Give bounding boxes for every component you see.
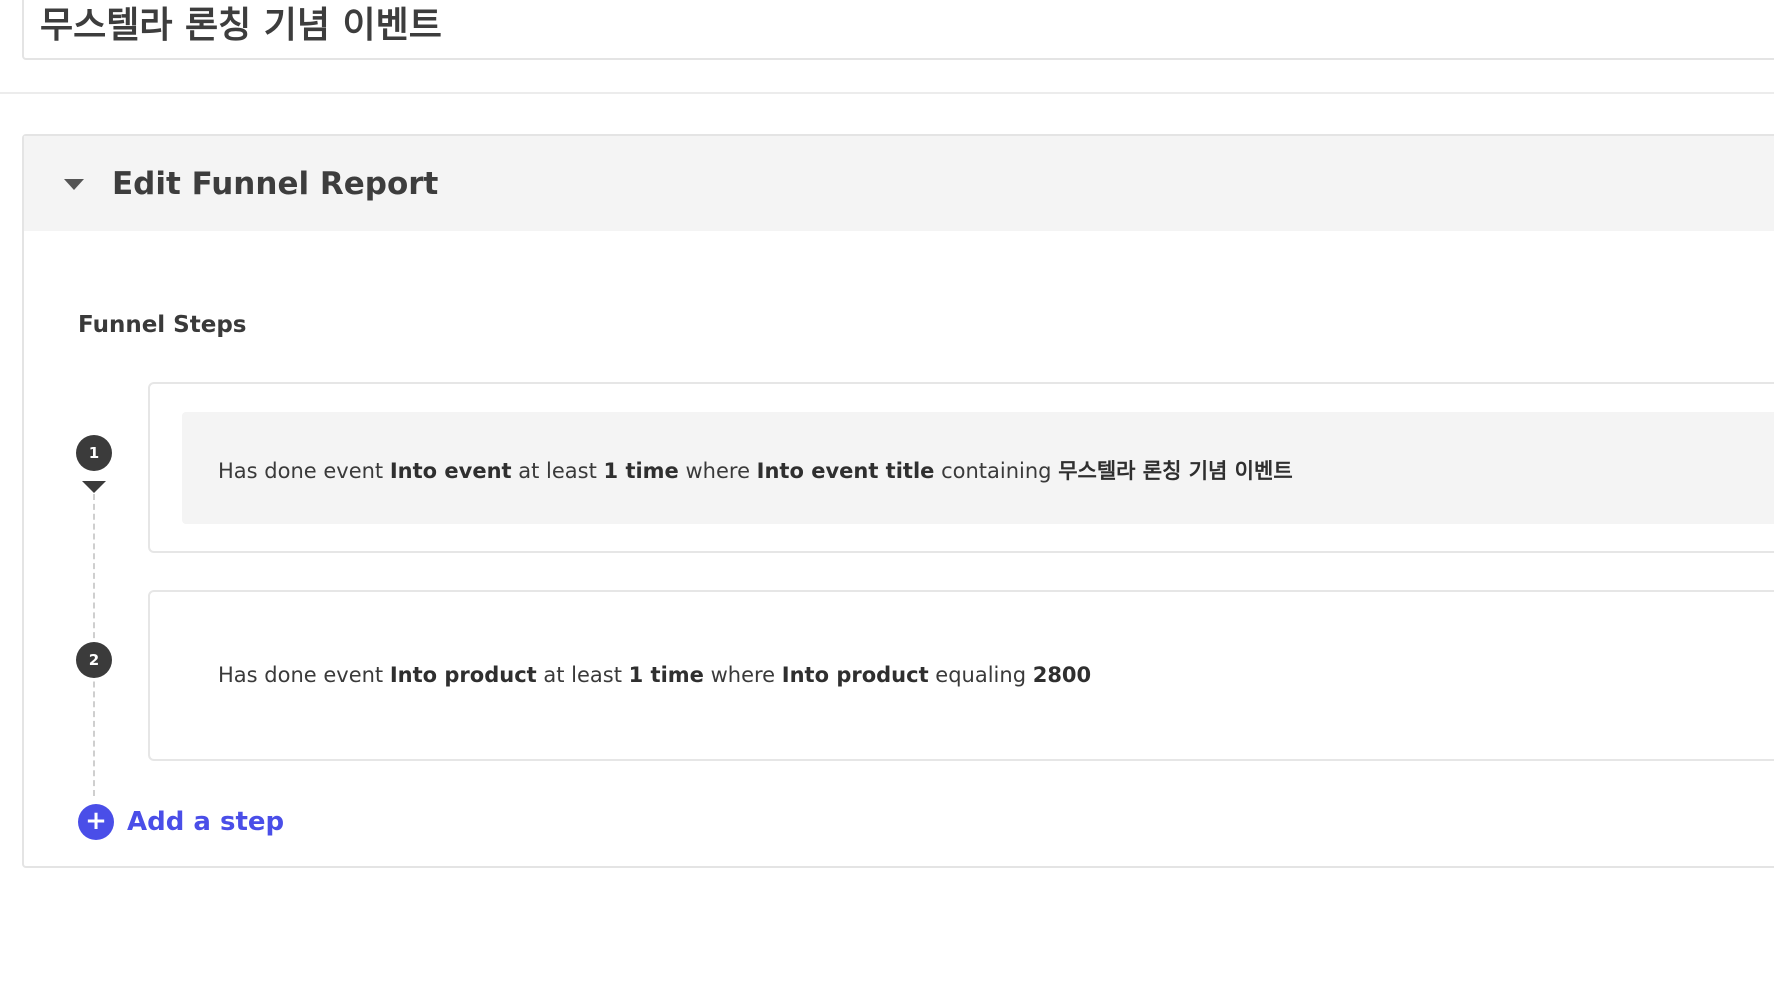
step-number-badge: 1 — [76, 435, 112, 471]
operator: equaling — [928, 663, 1033, 687]
step-number-badge: 2 — [76, 642, 112, 678]
step-arrow-icon — [82, 481, 106, 493]
event-name: Into event — [389, 459, 512, 483]
step-text-part: Has done event — [218, 459, 390, 483]
property-value: 무스텔라 론칭 기념 이벤트 — [1058, 459, 1293, 483]
funnel-step-2[interactable]: Has done event Into product at least 1 t… — [148, 590, 1774, 761]
panel-title: Edit Funnel Report — [112, 166, 439, 202]
step-text-part: Has done event — [218, 663, 390, 687]
divider — [0, 92, 1774, 94]
operator: containing — [934, 459, 1059, 483]
property-name: Into product — [781, 663, 929, 687]
add-step-label[interactable]: Add a step — [127, 807, 284, 837]
step-text-part: where — [703, 663, 782, 687]
step-condition-text: Has done event Into event at least 1 tim… — [218, 455, 1293, 485]
panel-header[interactable]: Edit Funnel Report — [24, 136, 1774, 231]
step-condition-box[interactable]: Has done event Into event at least 1 tim… — [182, 412, 1774, 524]
event-name: Into product — [389, 663, 537, 687]
property-name: Into event title — [756, 459, 935, 483]
frequency: 1 time — [603, 459, 679, 483]
collapse-caret-icon[interactable] — [64, 179, 84, 190]
funnel-step-1[interactable]: Has done event Into event at least 1 tim… — [148, 382, 1774, 553]
edit-funnel-panel: Edit Funnel Report Funnel Steps 1 Has do… — [22, 134, 1774, 868]
property-value: 2800 — [1032, 663, 1092, 687]
step-text-part: at least — [536, 663, 629, 687]
report-title-field[interactable]: 무스텔라 론칭 기념 이벤트 — [22, 0, 1774, 60]
frequency: 1 time — [628, 663, 704, 687]
step-text-part: where — [678, 459, 757, 483]
step-condition-text: Has done event Into product at least 1 t… — [218, 663, 1091, 687]
report-title: 무스텔라 론칭 기념 이벤트 — [40, 5, 442, 46]
step-text-part: at least — [511, 459, 604, 483]
add-step-button[interactable]: + Add a step — [78, 802, 284, 842]
plus-icon[interactable]: + — [78, 804, 114, 840]
funnel-steps-label: Funnel Steps — [78, 312, 247, 338]
